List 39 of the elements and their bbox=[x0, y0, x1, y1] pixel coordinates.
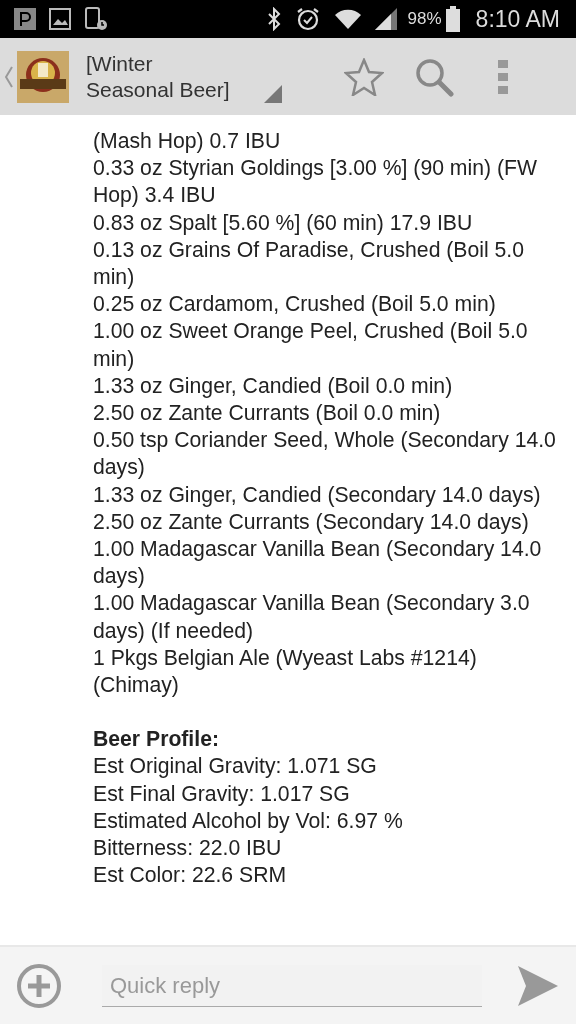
ingredient-line: 0.33 oz Styrian Goldings [3.00 %] (90 min) (FW Hop) 3.4 IBU bbox=[93, 155, 538, 209]
profile-line: Est Final Gravity: 1.017 SG bbox=[93, 780, 351, 807]
section-heading: Beer Profile: bbox=[93, 726, 220, 753]
ingredient-line: 1.00 Madagascar Vanilla Bean (Secondary 14.0 days) bbox=[93, 536, 543, 590]
device-clock-icon bbox=[84, 7, 108, 31]
logo-icon[interactable] bbox=[17, 50, 69, 103]
star-icon[interactable] bbox=[344, 57, 384, 96]
ingredient-line: (Mash Hop) 0.7 IBU bbox=[93, 128, 282, 155]
app-notification-icon bbox=[14, 8, 36, 30]
bluetooth-icon bbox=[265, 7, 282, 31]
dropdown-corner-icon[interactable] bbox=[264, 84, 282, 103]
profile-line: Est Color: 22.6 SRM bbox=[93, 862, 288, 889]
ingredient-line: 2.50 oz Zante Currants (Boil 0.0 min) bbox=[93, 400, 442, 427]
ingredient-line: 0.25 oz Cardamom, Crushed (Boil 5.0 min) bbox=[93, 291, 497, 318]
search-icon[interactable] bbox=[414, 56, 454, 97]
ingredient-line: 1.33 oz Ginger, Candied (Boil 0.0 min) bbox=[93, 372, 454, 400]
profile-line: Est Original Gravity: 1.071 SG bbox=[93, 753, 378, 780]
profile-line: Estimated Alcohol by Vol: 6.97 % bbox=[93, 807, 404, 835]
back-icon[interactable] bbox=[5, 65, 13, 88]
battery-icon bbox=[445, 6, 460, 32]
signal-icon bbox=[373, 7, 398, 31]
ingredient-line: 2.50 oz Zante Currants (Secondary 14.0 days) bbox=[93, 508, 530, 536]
screen-title: [Winter Seasonal Beer] bbox=[86, 50, 231, 103]
clock-time: 8:10 AM bbox=[475, 4, 560, 34]
ingredient-line: 0.13 oz Grains Of Paradise, Crushed (Boil 5.0 min) bbox=[93, 236, 526, 291]
ingredient-line: 1.00 oz Sweet Orange Peel, Crushed (Boil 5.0 min) bbox=[93, 318, 529, 372]
alarm-icon bbox=[295, 7, 320, 31]
wifi-icon bbox=[333, 8, 362, 30]
ingredient-line: 0.83 oz Spalt [5.60 %] (60 min) 17.9 IBU bbox=[93, 209, 474, 236]
profile-line: Bitterness: 22.0 IBU bbox=[93, 835, 283, 862]
battery-percentage: 98% bbox=[407, 8, 442, 31]
send-icon[interactable] bbox=[517, 964, 559, 1007]
menu-icon[interactable] bbox=[498, 59, 508, 94]
ingredient-line: 1.00 Madagascar Vanilla Bean (Secondary 3.0 days) (If needed) bbox=[93, 590, 531, 644]
ingredient-line: 1.33 oz Ginger, Candied (Secondary 14.0 days) bbox=[93, 481, 542, 508]
image-icon bbox=[49, 8, 71, 30]
add-icon[interactable] bbox=[16, 962, 62, 1009]
ingredient-line: 1 Pkgs Belgian Ale (Wyeast Labs #1214) (Chimay) bbox=[93, 644, 478, 699]
ingredient-line: 0.50 tsp Coriander Seed, Whole (Secondary 14.0 days) bbox=[93, 427, 557, 481]
